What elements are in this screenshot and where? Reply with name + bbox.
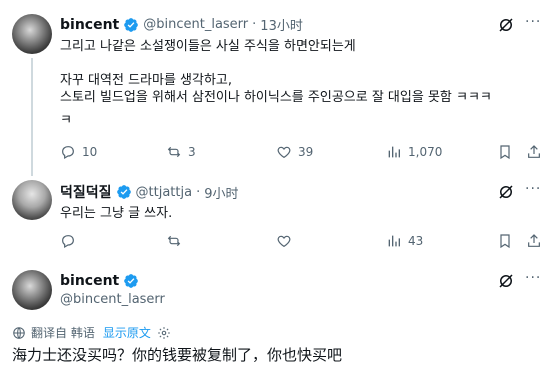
- views-button[interactable]: 1,070: [386, 144, 442, 160]
- verified-badge-icon: [124, 17, 139, 32]
- reply-button[interactable]: 10: [60, 144, 97, 160]
- thread-line: [31, 58, 33, 176]
- timestamp[interactable]: 13小时: [260, 15, 303, 34]
- share-icon[interactable]: [526, 233, 542, 253]
- tweet-text: 海力士还没买吗？你的钱要被复制了，你也快买吧: [12, 346, 343, 364]
- display-name[interactable]: bincent: [60, 17, 119, 33]
- views-count: 43: [408, 234, 424, 248]
- bookmark-icon[interactable]: [497, 144, 513, 164]
- reply-icon: [62, 235, 74, 249]
- views-icon: [388, 146, 400, 158]
- handle[interactable]: @ttjattja: [136, 185, 193, 200]
- timestamp[interactable]: 9小时: [204, 183, 238, 202]
- separator-dot: ·: [252, 17, 257, 32]
- tweet-text: 우리는 그냥 글 쓰자.: [60, 206, 173, 221]
- avatar[interactable]: [12, 270, 52, 310]
- tweet-header: bincent: [60, 273, 139, 289]
- avatar[interactable]: [12, 180, 52, 220]
- separator-dot: ·: [196, 184, 201, 200]
- grok-icon[interactable]: [497, 183, 515, 205]
- views-icon: [388, 235, 400, 247]
- more-options-icon[interactable]: ···: [525, 14, 541, 30]
- retweet-icon: [167, 235, 181, 247]
- avatar[interactable]: [12, 14, 52, 54]
- like-button[interactable]: 39: [276, 144, 313, 160]
- heart-icon: [277, 235, 291, 248]
- like-count: 39: [298, 145, 314, 159]
- tweet-header: bincent @bincent_laserr · 13小时: [60, 15, 303, 35]
- display-name[interactable]: 덕질덕질: [60, 182, 112, 202]
- verified-badge-icon: [116, 185, 131, 199]
- reply-button[interactable]: [60, 233, 82, 249]
- translate-icon: [13, 326, 25, 339]
- retweet-button[interactable]: 3: [166, 144, 196, 160]
- more-options-icon[interactable]: ···: [525, 181, 541, 197]
- share-icon[interactable]: [526, 144, 542, 164]
- verified-badge-icon: [124, 274, 139, 288]
- views-count: 1,070: [408, 145, 443, 159]
- grok-icon[interactable]: [497, 16, 515, 38]
- reply-icon: [62, 146, 74, 160]
- grok-icon[interactable]: [497, 272, 515, 294]
- more-options-icon[interactable]: ···: [525, 270, 541, 286]
- translated-from-label: 翻译自 韩语: [31, 326, 95, 340]
- retweet-count: 3: [188, 145, 196, 159]
- retweet-icon: [167, 146, 181, 158]
- display-name[interactable]: bincent: [60, 273, 119, 289]
- handle[interactable]: @bincent_laserr: [60, 292, 165, 307]
- gear-icon[interactable]: [157, 326, 171, 340]
- tweet-text-continued: ㅋ: [60, 113, 72, 128]
- tweet-text: 그리고 나같은 소설쟁이들은 사실 주식을 하면안되는게 자꾸 대역전 드라마를…: [60, 39, 492, 105]
- bookmark-icon[interactable]: [497, 233, 513, 253]
- handle[interactable]: @bincent_laserr: [143, 17, 248, 32]
- translation-bar: 翻译自 韩语 显示原文: [12, 324, 171, 341]
- heart-icon: [277, 146, 291, 159]
- show-original-link[interactable]: 显示原文: [103, 324, 151, 341]
- like-button[interactable]: [276, 233, 298, 249]
- views-button[interactable]: 43: [386, 233, 423, 249]
- retweet-button[interactable]: [166, 233, 188, 249]
- tweet-header: 덕질덕질 @ttjattja · 9小时: [60, 182, 239, 202]
- reply-count: 10: [82, 145, 98, 159]
